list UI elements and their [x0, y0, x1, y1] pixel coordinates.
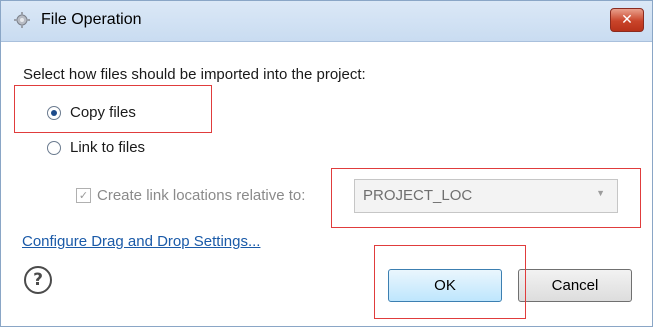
- close-icon: ✕: [621, 12, 633, 28]
- checkmark-icon[interactable]: ✓: [76, 188, 91, 203]
- dropdown-value: PROJECT_LOC: [363, 187, 473, 204]
- link-files-radio[interactable]: Link to files: [47, 139, 145, 156]
- link-files-label: Link to files: [70, 139, 146, 156]
- radio-unselected-icon[interactable]: [47, 140, 61, 155]
- relative-link-label: Create link locations relative to:: [97, 187, 306, 204]
- chevron-down-icon[interactable]: ▼: [596, 188, 605, 198]
- dialog-title: File Operation: [41, 11, 142, 28]
- cancel-button[interactable]: Cancel: [518, 269, 632, 302]
- help-icon[interactable]: ?: [24, 266, 52, 294]
- import-prompt: Select how files should be imported into…: [23, 66, 366, 83]
- copy-files-radio[interactable]: Copy files: [47, 104, 136, 121]
- configure-dnd-link[interactable]: Configure Drag and Drop Settings...: [22, 233, 260, 250]
- close-button[interactable]: ✕: [610, 8, 644, 32]
- relative-link-checkbox[interactable]: ✓ Create link locations relative to:: [76, 187, 305, 204]
- dialog-content: Select how files should be imported into…: [1, 42, 652, 326]
- radio-selected-icon[interactable]: [47, 105, 61, 120]
- copy-files-label: Copy files: [70, 104, 136, 121]
- title-bar: File Operation ✕: [1, 1, 652, 42]
- ok-button[interactable]: OK: [388, 269, 502, 302]
- gear-icon: [14, 12, 30, 28]
- file-operation-dialog: File Operation ✕ Select how files should…: [0, 0, 653, 327]
- relative-location-dropdown[interactable]: PROJECT_LOC ▼: [354, 179, 618, 213]
